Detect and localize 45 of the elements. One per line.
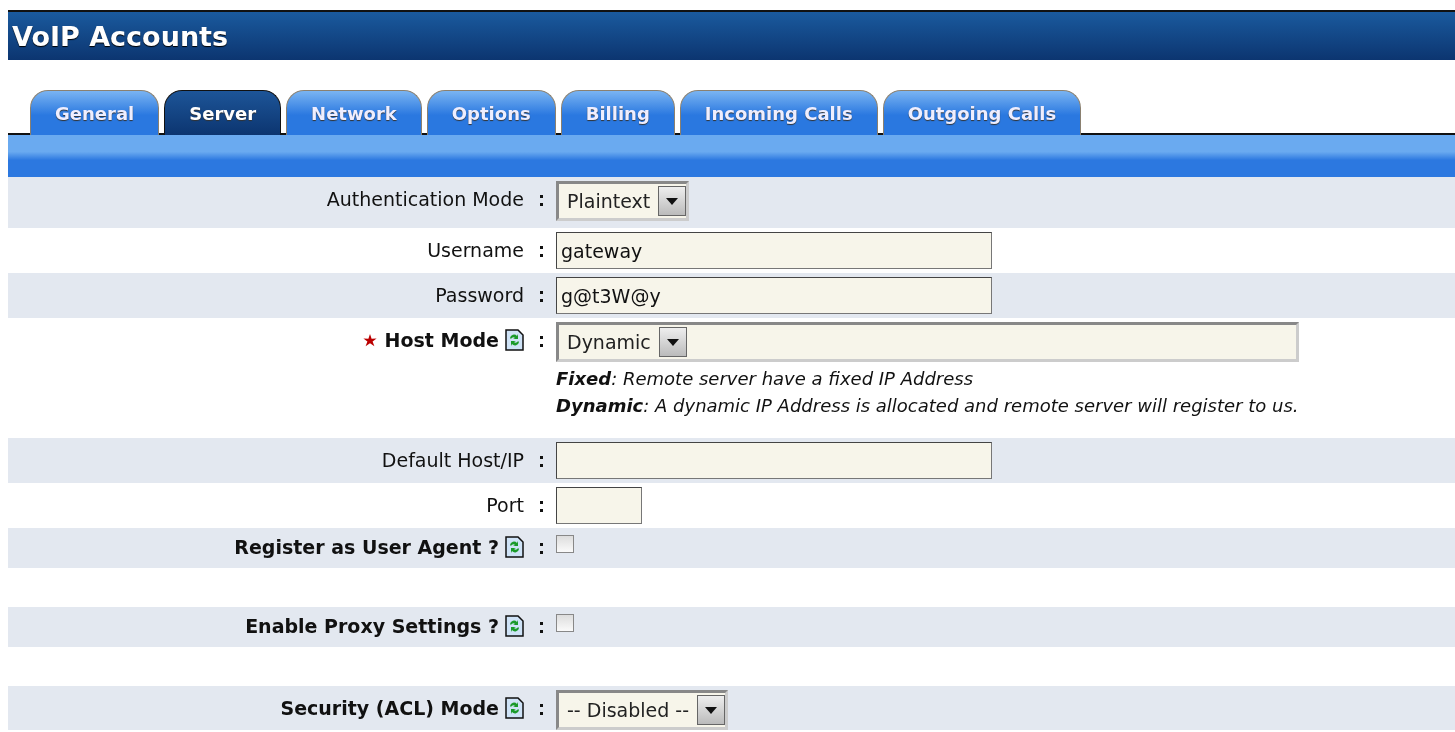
tab[interactable]: Options <box>426 90 556 135</box>
field-label: Authentication Mode <box>326 188 524 210</box>
help-icon[interactable] <box>505 697 524 719</box>
checkbox[interactable] <box>556 614 574 632</box>
help-icon[interactable] <box>505 329 524 351</box>
field-label: Default Host/IP <box>381 449 524 471</box>
colon-icon <box>540 540 544 554</box>
tab[interactable]: Billing <box>560 90 675 135</box>
dropdown[interactable]: Plaintext <box>556 181 690 221</box>
colon-icon <box>540 243 544 257</box>
text-field[interactable] <box>556 487 642 524</box>
colon-icon <box>540 192 544 206</box>
colon-icon <box>540 498 544 512</box>
help-text: Dynamic: A dynamic IP Address is allocated and remote server will register to us. <box>556 395 1299 416</box>
dropdown-arrow-icon <box>666 197 679 205</box>
field-label: Register as User Agent ? <box>234 536 499 558</box>
text-field[interactable] <box>556 442 992 479</box>
checkbox[interactable] <box>556 535 574 553</box>
colon-icon <box>540 288 544 302</box>
field-label: Port <box>486 494 524 516</box>
tab[interactable]: Server <box>164 90 282 135</box>
window-title: VoIP Accounts <box>12 20 229 52</box>
field-label: Enable Proxy Settings ? <box>245 615 499 637</box>
field-label: Security (ACL) Mode <box>280 697 499 719</box>
dropdown-arrow-icon <box>705 706 718 714</box>
help-icon[interactable] <box>505 536 524 558</box>
colon-icon <box>540 333 544 347</box>
tab[interactable]: General <box>30 90 160 135</box>
tab[interactable]: Network <box>286 90 422 135</box>
field-label: Host Mode <box>384 329 499 351</box>
required-asterisk-icon <box>362 333 377 348</box>
text-field[interactable]: g@t3W@y <box>556 277 992 314</box>
colon-icon <box>540 701 544 715</box>
tab[interactable]: Outgoing Calls <box>882 90 1082 135</box>
help-text: Fixed: Remote server have a fixed IP Address <box>556 368 975 389</box>
dropdown[interactable]: -- Disabled -- <box>556 690 729 730</box>
text-field[interactable]: gateway <box>556 232 992 269</box>
dropdown[interactable]: Dynamic <box>556 322 1299 362</box>
tab[interactable]: Incoming Calls <box>679 90 878 135</box>
help-icon[interactable] <box>505 615 524 637</box>
dropdown-arrow-icon <box>666 338 679 346</box>
field-label: Password <box>435 284 524 306</box>
colon-icon <box>540 619 544 633</box>
colon-icon <box>540 453 544 467</box>
field-label: Username <box>427 239 524 261</box>
